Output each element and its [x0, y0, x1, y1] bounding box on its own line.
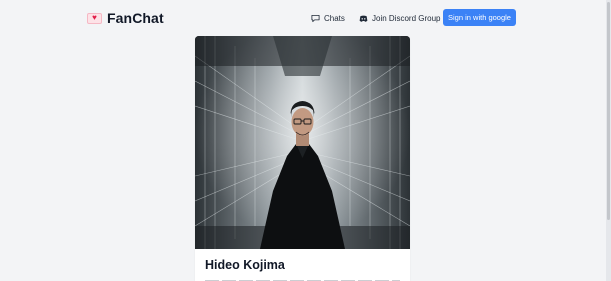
page-scrollbar-thumb[interactable] — [607, 2, 610, 220]
nav-chats-link[interactable]: Chats — [311, 11, 345, 25]
brand-logo-link[interactable]: ♥ FanChat — [87, 9, 164, 27]
brand-name: FanChat — [107, 10, 164, 26]
sign-in-google-button[interactable]: Sign in with google — [443, 9, 516, 26]
character-image — [195, 36, 410, 249]
character-name: Hideo Kojima — [205, 258, 285, 272]
nav-discord-link[interactable]: Join Discord Group — [359, 11, 440, 25]
top-navbar: ♥ FanChat Chats Join Discord Group Sign … — [0, 0, 611, 36]
discord-icon — [359, 15, 368, 22]
character-card[interactable]: Hideo Kojima — [195, 36, 410, 281]
nav-discord-label: Join Discord Group — [372, 13, 441, 23]
nav-chats-label: Chats — [324, 13, 345, 23]
heart-icon: ♥ — [87, 12, 102, 24]
chat-bubble-icon — [311, 14, 320, 22]
